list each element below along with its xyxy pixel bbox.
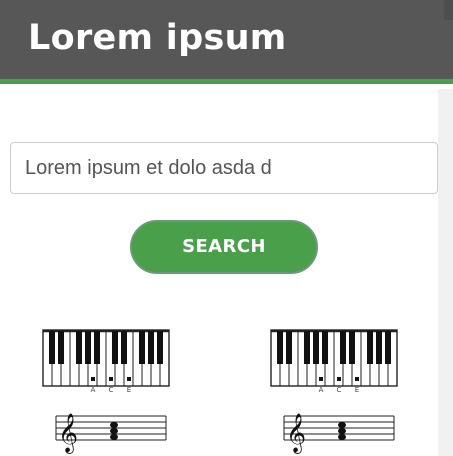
treble-clef-icon: 𝄞 <box>55 413 167 454</box>
window-corner <box>444 0 453 20</box>
treble-clef-icon: 𝄞 <box>283 413 395 454</box>
svg-text:𝄞: 𝄞 <box>58 413 78 454</box>
chord-card[interactable]: A C E 𝄞 <box>42 328 174 456</box>
note-label: E <box>355 386 359 394</box>
svg-text:𝄞: 𝄞 <box>286 413 306 454</box>
note-label: E <box>127 386 131 394</box>
note-label: C <box>109 386 114 394</box>
search-button[interactable]: SEARCH <box>130 220 318 274</box>
app-header: Lorem ipsum <box>0 0 453 84</box>
note-label: C <box>337 386 342 394</box>
search-input[interactable]: Lorem ipsum et dolo asda d <box>10 142 438 194</box>
page-title: Lorem ipsum <box>28 18 287 58</box>
piano-keyboard-icon: A C E <box>42 329 170 394</box>
chord-card[interactable]: A C E 𝄞 <box>270 328 402 456</box>
page-scroll-gutter <box>438 89 453 456</box>
note-label: A <box>91 386 96 394</box>
note-label: A <box>319 386 324 394</box>
piano-keyboard-icon: A C E <box>270 329 398 394</box>
